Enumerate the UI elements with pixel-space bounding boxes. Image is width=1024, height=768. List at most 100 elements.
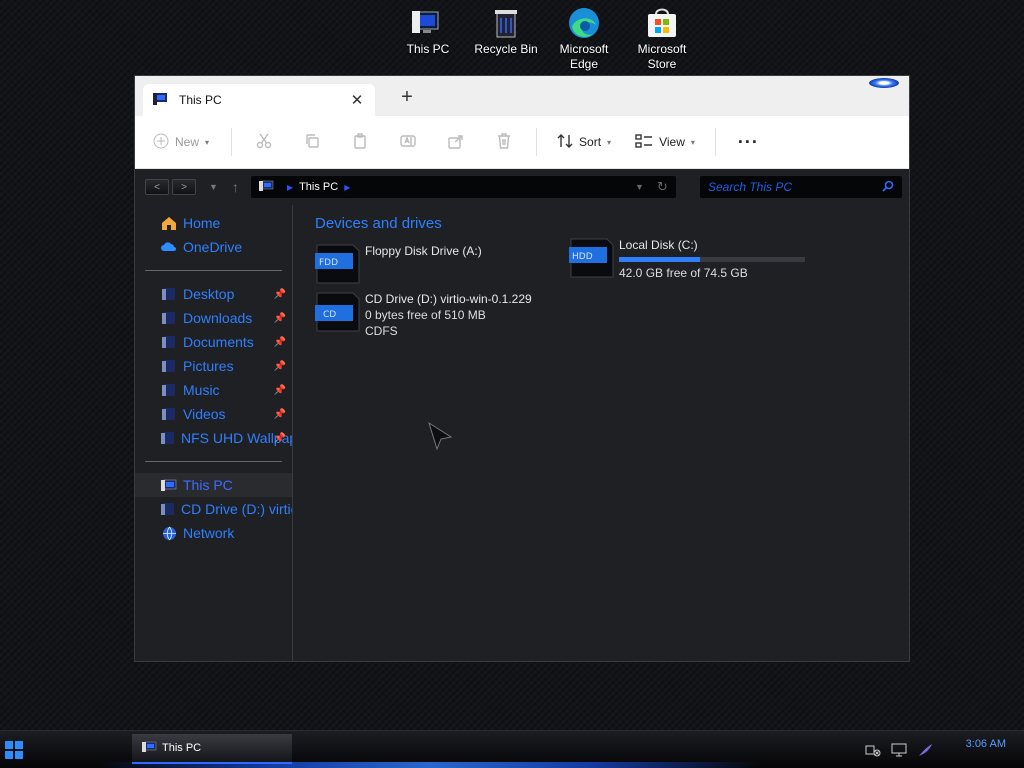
display-icon[interactable] bbox=[890, 741, 908, 759]
documents-folder-icon bbox=[161, 334, 177, 350]
file-explorer-window: This PC ✕ + New ▾ Sort ▾ View ▾ ··· < > … bbox=[134, 75, 910, 662]
back-button[interactable]: < bbox=[145, 179, 169, 195]
paste-button[interactable] bbox=[336, 127, 384, 157]
this-pc-icon bbox=[142, 741, 158, 756]
cut-button[interactable] bbox=[240, 127, 288, 157]
navigation-bar: < > ▼ ↑ ▶ This PC ▶ ▼ ↻ Search This PC bbox=[135, 169, 909, 205]
close-tab-icon[interactable]: ✕ bbox=[349, 91, 365, 109]
toolbar-divider bbox=[714, 128, 716, 156]
sidebar-item-home[interactable]: Home bbox=[135, 211, 292, 235]
this-pc-icon bbox=[153, 92, 169, 109]
forward-button[interactable]: > bbox=[172, 179, 196, 195]
taskbar-this-pc[interactable]: This PC bbox=[132, 734, 292, 764]
desktop-icon-this-pc[interactable]: This PC bbox=[392, 6, 464, 57]
drive-cd-d[interactable]: CD CD Drive (D:) virtio-win-0.1.229 0 by… bbox=[311, 291, 532, 339]
sort-button[interactable]: Sort ▾ bbox=[545, 133, 623, 152]
refresh-icon[interactable]: ↻ bbox=[657, 179, 668, 195]
desktop-icon-edge[interactable]: Microsoft Edge bbox=[548, 6, 620, 72]
tab-title: This PC bbox=[179, 93, 222, 107]
folder-icon bbox=[161, 430, 175, 446]
drive-usage-bar bbox=[619, 257, 805, 262]
navigation-pane: Home OneDrive Desktop 📌 Downloads 📌 Docu… bbox=[135, 205, 293, 661]
this-pc-icon bbox=[258, 180, 275, 195]
cut-icon bbox=[256, 133, 272, 152]
up-arrow-icon[interactable]: ↑ bbox=[232, 179, 239, 195]
pictures-folder-icon bbox=[161, 358, 177, 374]
more-options-button[interactable]: ··· bbox=[724, 132, 773, 153]
search-input[interactable]: Search This PC bbox=[708, 180, 792, 194]
taskbar: This PC 3:06 AM bbox=[0, 730, 1024, 768]
forward-arrow-icon: > bbox=[181, 181, 187, 193]
feather-icon[interactable] bbox=[916, 741, 934, 759]
pin-icon: 📌 bbox=[273, 360, 286, 372]
sidebar-item-onedrive[interactable]: OneDrive bbox=[135, 235, 292, 259]
group-header-devices[interactable]: Devices and drives bbox=[315, 215, 887, 232]
home-icon bbox=[161, 215, 177, 231]
breadcrumb-this-pc[interactable]: This PC bbox=[299, 181, 338, 193]
sidebar-item-this-pc[interactable]: This PC bbox=[135, 473, 292, 497]
new-button[interactable]: New ▾ bbox=[153, 133, 223, 152]
plus-circle-icon bbox=[153, 133, 169, 152]
sidebar-item-label: This PC bbox=[183, 477, 233, 493]
command-bar: New ▾ Sort ▾ View ▾ ··· bbox=[135, 116, 909, 169]
sidebar-item-nfs-wallpapers[interactable]: NFS UHD Wallpapers 📌 bbox=[135, 426, 292, 450]
drive-free-space: 0 bytes free of 510 MB bbox=[365, 308, 486, 322]
downloads-folder-icon bbox=[161, 310, 177, 326]
rename-icon bbox=[400, 133, 416, 152]
sidebar-divider bbox=[145, 461, 282, 462]
floppy-drive-icon: FDD bbox=[315, 244, 360, 284]
sidebar-item-videos[interactable]: Videos 📌 bbox=[135, 402, 292, 426]
new-tab-button[interactable]: + bbox=[397, 86, 417, 109]
chevron-down-icon: ▾ bbox=[690, 137, 695, 147]
svg-text:FDD: FDD bbox=[319, 258, 338, 268]
sidebar-item-label: OneDrive bbox=[183, 239, 243, 255]
view-button[interactable]: View ▾ bbox=[623, 133, 707, 152]
recent-locations-icon[interactable]: ▼ bbox=[209, 182, 218, 192]
sort-icon bbox=[557, 133, 573, 152]
tab-bar: This PC ✕ + bbox=[135, 76, 909, 116]
share-button[interactable] bbox=[432, 127, 480, 157]
orb-logo-icon bbox=[869, 78, 899, 88]
pin-icon: 📌 bbox=[273, 312, 286, 324]
sidebar-item-pictures[interactable]: Pictures 📌 bbox=[135, 354, 292, 378]
sidebar-item-network[interactable]: Network bbox=[135, 521, 292, 545]
copy-button[interactable] bbox=[288, 127, 336, 157]
rename-button[interactable] bbox=[384, 127, 432, 157]
trash-icon bbox=[496, 132, 512, 152]
network-status-icon[interactable] bbox=[864, 741, 882, 759]
chevron-down-icon: ▾ bbox=[205, 137, 210, 147]
content-pane: Devices and drives FDD Floppy Disk Drive… bbox=[293, 205, 909, 661]
desktop-folder-icon bbox=[161, 286, 177, 302]
address-bar[interactable]: ▶ This PC ▶ ▼ ↻ bbox=[250, 176, 676, 198]
sidebar-item-label: Desktop bbox=[183, 286, 235, 302]
drive-floppy-a[interactable]: FDD Floppy Disk Drive (A:) bbox=[311, 243, 482, 285]
sort-label: Sort bbox=[579, 135, 602, 149]
drive-local-c[interactable]: HDD Local Disk (C:) 42.0 GB free of 74.5… bbox=[565, 237, 805, 281]
drive-name: Floppy Disk Drive (A:) bbox=[365, 244, 482, 258]
start-button[interactable] bbox=[5, 741, 23, 764]
pin-icon: 📌 bbox=[273, 336, 286, 348]
desktop-icon-store[interactable]: Microsoft Store bbox=[626, 6, 698, 72]
drive-free-space: 42.0 GB free of 74.5 GB bbox=[619, 266, 748, 280]
desktop-icon-recycle-bin[interactable]: Recycle Bin bbox=[470, 6, 542, 57]
recycle-bin-icon bbox=[488, 6, 524, 40]
music-folder-icon bbox=[161, 382, 177, 398]
address-dropdown-icon[interactable]: ▼ bbox=[635, 182, 644, 192]
toolbar-divider bbox=[231, 128, 233, 156]
clock[interactable]: 3:06 AM bbox=[966, 738, 1006, 750]
search-box[interactable]: Search This PC bbox=[700, 176, 902, 198]
sidebar-item-downloads[interactable]: Downloads 📌 bbox=[135, 306, 292, 330]
hard-drive-icon: HDD bbox=[569, 238, 614, 278]
desktop-icon-label: Microsoft Edge bbox=[548, 42, 620, 72]
view-icon bbox=[635, 133, 653, 152]
back-arrow-icon: < bbox=[154, 181, 160, 193]
sidebar-item-label: CD Drive (D:) virtio-win-0.1.229 bbox=[181, 501, 292, 517]
sidebar-item-music[interactable]: Music 📌 bbox=[135, 378, 292, 402]
sidebar-item-cd-drive[interactable]: CD Drive (D:) virtio-win-0.1.229 bbox=[135, 497, 292, 521]
breadcrumb-chevron-icon: ▶ bbox=[344, 182, 351, 192]
sidebar-item-desktop[interactable]: Desktop 📌 bbox=[135, 282, 292, 306]
tab-this-pc[interactable]: This PC ✕ bbox=[143, 84, 375, 116]
delete-button[interactable] bbox=[480, 127, 528, 157]
sidebar-item-label: Downloads bbox=[183, 310, 253, 326]
sidebar-item-documents[interactable]: Documents 📌 bbox=[135, 330, 292, 354]
